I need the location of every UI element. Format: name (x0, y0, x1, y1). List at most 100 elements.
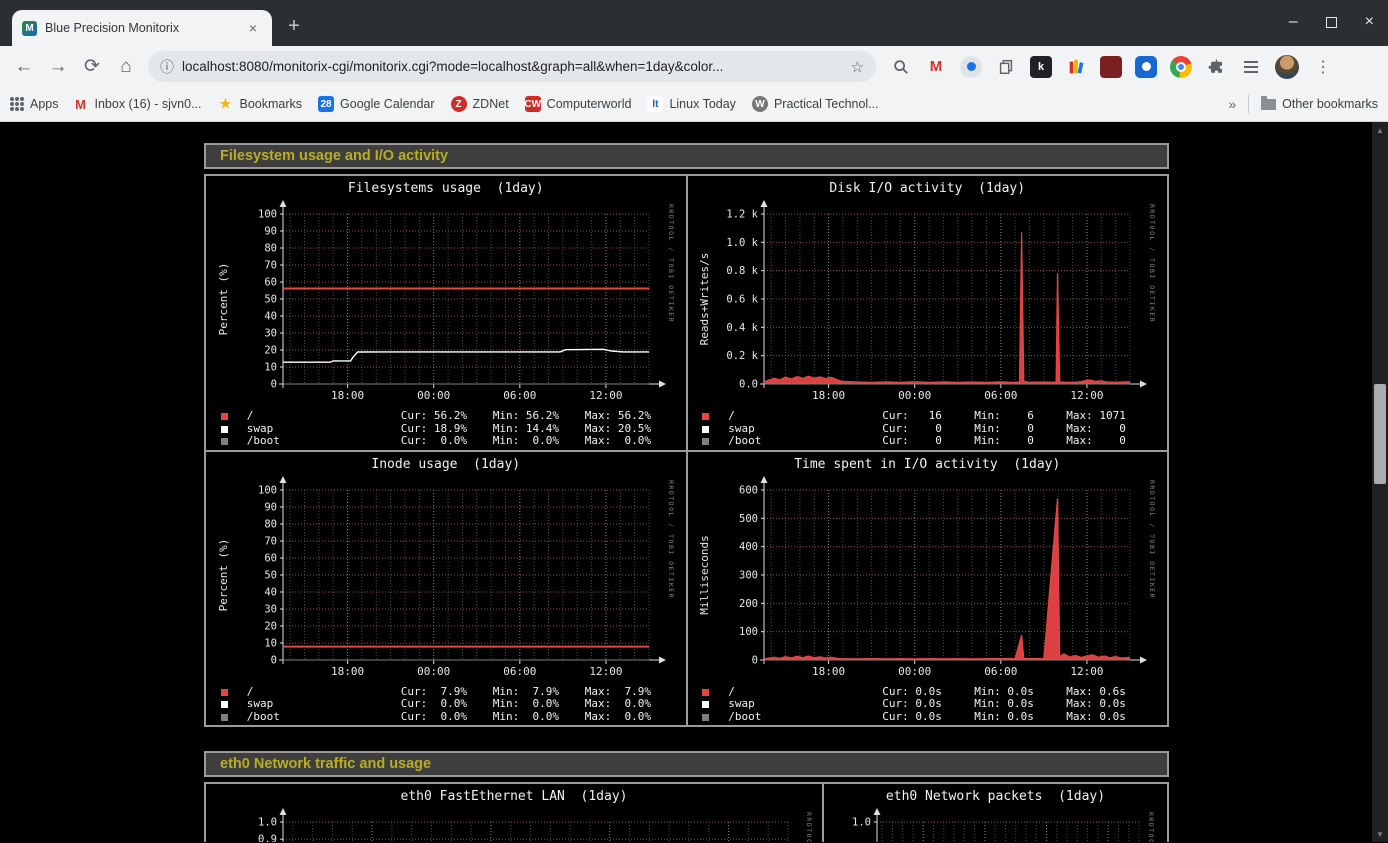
home-button[interactable]: ⌂ (110, 51, 142, 83)
window-close-button[interactable]: × (1365, 13, 1374, 31)
bookmark-item[interactable]: WPractical Technol... (752, 96, 879, 112)
scrollbar-down-arrow[interactable]: ▼ (1372, 826, 1388, 842)
new-tab-button[interactable]: + (280, 12, 308, 40)
reading-list-icon[interactable] (1240, 56, 1262, 78)
bookmark-favicon: lt (647, 96, 663, 112)
svg-text:RRDTOOL / TOBI OETIKER: RRDTOOL / TOBI OETIKER (667, 480, 675, 599)
svg-text:0.0: 0.0 (739, 379, 758, 391)
bookmark-item[interactable]: MInbox (16) - sjvn0... (73, 96, 202, 112)
legend-row: /bootCur: 0.0%Min: 0.0%Max: 0.0% (211, 711, 681, 724)
svg-text:0: 0 (752, 654, 758, 666)
graph-panel[interactable]: eth0 Network packets (1day)0.00.20.40.60… (831, 786, 1161, 842)
scrollbar-thumb[interactable] (1374, 384, 1386, 484)
legend-value: Min: 0.0% (493, 698, 585, 711)
bookmarks-overflow-chevron[interactable]: » (1228, 96, 1236, 112)
forward-button[interactable]: → (42, 51, 74, 83)
graph-panel[interactable]: Inode usage (1day)0102030405060708090100… (211, 454, 681, 724)
legend-value: Max: 1071 (1066, 410, 1158, 423)
bookmarks-bar: Apps MInbox (16) - sjvn0... ★Bookmarks 28G… (0, 87, 1388, 122)
svg-text:60: 60 (264, 552, 277, 564)
tab-favicon: M (22, 21, 37, 36)
page-scrollbar[interactable]: ▲ ▼ (1372, 122, 1388, 842)
window-minimize-button[interactable]: – (1289, 13, 1298, 31)
svg-text:400: 400 (739, 541, 758, 553)
svg-text:80: 80 (264, 518, 277, 530)
legend-color-swatch (221, 701, 228, 708)
legend-value: Max: 0.0% (585, 698, 677, 711)
graph-cell: Time spent in I/O activity (1day)0100200… (688, 452, 1168, 726)
bookmark-star-icon[interactable]: ☆ (851, 58, 864, 76)
svg-text:0: 0 (270, 379, 276, 391)
tab-close-icon[interactable]: × (244, 19, 262, 37)
rrd-plot: 0.00.20.40.60.81.018:0000:0006:0012:00Pa… (831, 806, 1161, 842)
legend-value: Min: 6 (974, 410, 1066, 423)
graph-panel[interactable]: Filesystems usage (1day)0102030405060708… (211, 178, 681, 448)
scrollbar-track[interactable] (1372, 138, 1388, 826)
bookmarks-separator (1248, 95, 1249, 113)
extensions-puzzle-icon[interactable] (1205, 56, 1227, 78)
svg-text:00:00: 00:00 (417, 389, 450, 402)
screenshot-extension-icon[interactable] (1135, 56, 1157, 78)
legend-value: Cur: 16 (882, 410, 974, 423)
legend-value: Cur: 0.0s (882, 698, 974, 711)
legend-value: Cur: 0.0% (401, 711, 493, 724)
back-button[interactable]: ← (8, 51, 40, 83)
svg-text:0.8 k: 0.8 k (727, 265, 759, 277)
bookmark-item[interactable]: 28Google Calendar (318, 96, 435, 112)
svg-text:10: 10 (264, 362, 277, 374)
svg-text:RRDTOOL / TOBI OETIKER: RRDTOOL / TOBI OETIKER (1148, 480, 1156, 599)
graph-panel[interactable]: Disk I/O activity (1day)0.00.2 k0.4 k0.6… (692, 178, 1162, 448)
bookmark-label: Computerworld (547, 97, 632, 111)
legend-color-swatch (221, 438, 228, 445)
section-title: Filesystem usage and I/O activity (220, 148, 448, 164)
legend-series-name: / (247, 410, 401, 423)
legend-value: Max: 0.0% (585, 711, 677, 724)
legend-color-swatch (702, 438, 709, 445)
graph-panel[interactable]: eth0 FastEthernet LAN (1day)0.00.10.20.3… (209, 786, 819, 842)
password-extension-icon[interactable] (960, 56, 982, 78)
menu-kebab-icon[interactable]: ⋮ (1312, 56, 1334, 78)
apps-grid-icon (10, 97, 24, 111)
svg-text:30: 30 (264, 328, 277, 340)
svg-text:RRDTOOL / TOBI OETIKER: RRDTOOL / TOBI OETIKER (1147, 812, 1155, 842)
graph-cell: Inode usage (1day)0102030405060708090100… (206, 452, 686, 726)
search-icon[interactable] (890, 56, 912, 78)
legend-series-name: /boot (247, 435, 401, 448)
window-maximize-button[interactable] (1326, 17, 1337, 28)
profile-avatar[interactable] (1275, 55, 1299, 79)
graphs-container: Filesystems usage (1day)0102030405060708… (204, 174, 1169, 727)
bookmark-item[interactable]: CWComputerworld (525, 96, 632, 112)
page-info-icon[interactable]: ⓘ (160, 57, 174, 77)
svg-text:1.0 k: 1.0 k (727, 237, 759, 249)
graph-cell: eth0 Network packets (1day)0.00.20.40.60… (824, 784, 1167, 842)
library-extension-icon[interactable] (1065, 56, 1087, 78)
svg-text:0.6 k: 0.6 k (727, 294, 759, 306)
bookmark-favicon: M (73, 96, 89, 112)
gmail-icon[interactable]: M (925, 56, 947, 78)
svg-text:60: 60 (264, 277, 277, 289)
legend-value: Cur: 0.0% (401, 435, 493, 448)
browser-tab[interactable]: M Blue Precision Monitorix × (12, 10, 272, 46)
svg-text:500: 500 (739, 512, 758, 524)
bookmark-item[interactable]: ★Bookmarks (218, 96, 303, 112)
address-bar[interactable]: ⓘ localhost:8080/monitorix-cgi/monitorix… (148, 51, 876, 82)
svg-text:12:00: 12:00 (1071, 389, 1104, 402)
chrome-icon[interactable] (1170, 56, 1192, 78)
web-page-content: Filesystem usage and I/O activityFilesys… (0, 122, 1388, 842)
bookmark-item[interactable]: ltLinux Today (647, 96, 736, 112)
apps-shortcut[interactable]: Apps (10, 97, 59, 111)
url-text[interactable]: localhost:8080/monitorix-cgi/monitorix.c… (182, 59, 843, 74)
pocket-extension-icon[interactable] (1100, 56, 1122, 78)
reload-button[interactable]: ⟳ (76, 51, 108, 83)
legend-value: Cur: 0.0s (882, 711, 974, 724)
other-bookmarks-button[interactable]: Other bookmarks (1261, 97, 1378, 111)
legend-row: /bootCur: 0.0%Min: 0.0%Max: 0.0% (211, 435, 681, 448)
notes-extension-icon[interactable]: k (1030, 56, 1052, 78)
scrollbar-up-arrow[interactable]: ▲ (1372, 122, 1388, 138)
bookmark-item[interactable]: ZZDNet (451, 96, 509, 112)
graph-panel[interactable]: Time spent in I/O activity (1day)0100200… (692, 454, 1162, 724)
bookmark-label: Bookmarks (240, 97, 303, 111)
svg-text:100: 100 (739, 626, 758, 638)
copy-extension-icon[interactable] (995, 56, 1017, 78)
legend-series-name: swap (728, 698, 882, 711)
